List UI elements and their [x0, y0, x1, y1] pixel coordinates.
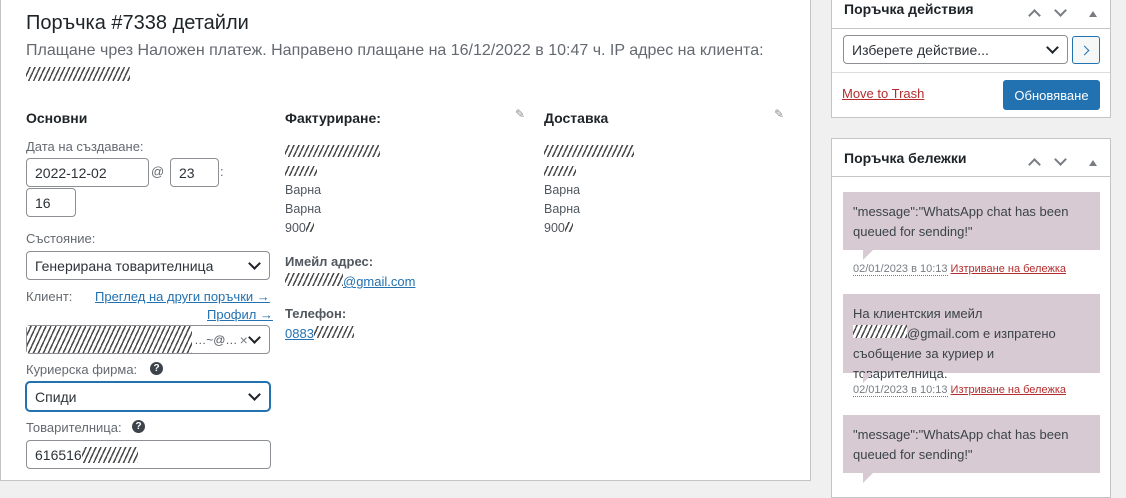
billing-phone-value: 0883 — [285, 326, 314, 341]
order-hour-value: 23 — [179, 164, 195, 181]
billing-zip: 900 — [285, 221, 314, 235]
general-heading: Основни — [26, 110, 88, 126]
chevron-down-icon — [248, 330, 261, 344]
order-action-select[interactable]: Изберете действие... — [843, 35, 1068, 64]
redacted-shipping-name — [544, 145, 634, 157]
help-icon[interactable]: ? — [150, 362, 163, 375]
move-down-icon[interactable] — [1054, 2, 1067, 18]
waybill-input[interactable]: 616516 — [26, 440, 271, 469]
order-note: На клиентския имейл @gmail.com е изпрате… — [843, 294, 1100, 383]
order-minute-value: 16 — [35, 194, 51, 211]
note-text: На клиентския имейл — [853, 306, 983, 321]
other-orders-link[interactable]: Преглед на други поръчки → — [95, 289, 270, 304]
order-minute-input[interactable]: 16 — [26, 188, 76, 217]
order-actions-title: Поръчка действия — [844, 1, 974, 17]
email-label: Имейл адрес: — [285, 254, 374, 269]
shipping-city-2: Варна — [544, 202, 581, 216]
apply-action-button[interactable] — [1072, 36, 1100, 64]
toggle-panel-icon[interactable] — [1089, 153, 1097, 169]
chevron-down-icon — [1046, 40, 1059, 54]
redacted-billing-name — [285, 145, 380, 157]
shipping-zip: 900 — [544, 221, 573, 235]
waybill-label: Товарителница: — [26, 420, 122, 435]
shipping-heading: Доставка — [544, 110, 609, 126]
order-title: Поръчка #7338 детайли — [26, 12, 249, 34]
edit-pencil-icon[interactable]: ✎ — [515, 107, 525, 121]
billing-zip-value: 900 — [285, 221, 306, 235]
time-colon: : — [220, 164, 224, 179]
redacted-billing-street — [285, 166, 317, 176]
chevron-down-icon — [248, 256, 261, 270]
status-value: Генерирана товарителница — [35, 257, 214, 274]
chevron-down-icon — [248, 387, 261, 401]
edit-pencil-icon[interactable]: ✎ — [774, 107, 784, 121]
update-button[interactable]: Обновяване — [1003, 80, 1100, 110]
billing-city-1: Варна — [285, 183, 322, 197]
courier-value: Спиди — [35, 388, 77, 405]
move-down-icon[interactable] — [1054, 151, 1067, 167]
note-date: 02/01/2023 в 10:13 — [853, 263, 948, 276]
move-up-icon[interactable] — [1028, 156, 1041, 172]
note-text: @gmail.com е изпратено — [907, 326, 1056, 341]
billing-email-value: @gmail.com — [343, 274, 416, 289]
note-text: "message":"WhatsApp chat has been queued… — [853, 427, 1069, 462]
status-label: Състояние: — [26, 231, 96, 246]
profile-link[interactable]: Профил → — [207, 307, 273, 322]
toggle-panel-icon[interactable] — [1089, 4, 1097, 20]
order-action-value: Изберете действие... — [852, 41, 989, 58]
billing-heading: Фактуриране: — [285, 110, 381, 126]
customer-label: Клиент: — [26, 289, 73, 304]
order-notes-panel: Поръчка бележки "message":"WhatsApp chat… — [831, 138, 1111, 498]
customer-value: …~@… — [194, 332, 238, 347]
phone-label: Телефон: — [285, 306, 347, 321]
order-actions-panel: Поръчка действия Изберете действие... Mo… — [831, 0, 1111, 118]
redacted-shipping-street — [544, 166, 576, 176]
billing-city-2: Варна — [285, 202, 322, 216]
redacted-email — [285, 273, 343, 286]
shipping-zip-value: 900 — [544, 221, 565, 235]
redacted-email — [853, 325, 907, 338]
billing-email-link[interactable]: @gmail.com — [285, 273, 415, 289]
order-actions-header: Поръчка действия — [832, 0, 1110, 29]
note-date: 02/01/2023 в 10:13 — [853, 384, 948, 397]
customer-select[interactable]: …~@… × — [26, 325, 270, 354]
redacted-ip — [26, 67, 130, 81]
created-date-label: Дата на създаване: — [26, 139, 144, 154]
chevron-right-icon — [1079, 45, 1090, 55]
order-data-panel: Поръчка #7338 детайли Плащане чрез Налож… — [0, 0, 811, 481]
delete-note-link[interactable]: Изтриване на бележка — [951, 263, 1066, 275]
redacted-customer — [27, 326, 192, 353]
help-icon[interactable]: ? — [132, 420, 145, 433]
redacted-zip — [564, 222, 573, 232]
delete-note-link[interactable]: Изтриване на бележка — [951, 384, 1066, 396]
waybill-value: 616516 — [35, 446, 82, 463]
note-text: съобщение за куриер и товарителница. — [853, 346, 995, 381]
order-date-value: 2022-12-02 — [35, 164, 107, 181]
clear-icon[interactable]: × — [240, 332, 248, 348]
redacted-waybill — [81, 446, 138, 463]
payment-info: Плащане чрез Наложен платеж. Направено п… — [26, 42, 764, 59]
divider — [832, 72, 1110, 73]
order-date-input[interactable]: 2022-12-02 — [26, 158, 149, 187]
note-text: "message":"WhatsApp chat has been queued… — [853, 204, 1069, 239]
order-note: "message":"WhatsApp chat has been queued… — [843, 415, 1100, 483]
move-to-trash-link[interactable]: Move to Trash — [842, 86, 924, 101]
status-select[interactable]: Генерирана товарителница — [26, 251, 270, 280]
courier-select[interactable]: Спиди — [26, 382, 270, 411]
billing-phone-link[interactable]: 0883 — [285, 326, 354, 341]
move-up-icon[interactable] — [1028, 7, 1041, 23]
redacted-phone — [313, 326, 354, 338]
note-meta: 02/01/2023 в 10:13 Изтриване на бележка — [853, 384, 1066, 397]
redacted-zip — [305, 222, 314, 232]
order-subtitle: Плащане чрез Наложен платеж. Направено п… — [26, 41, 796, 87]
order-notes-header: Поръчка бележки — [832, 139, 1110, 177]
note-meta: 02/01/2023 в 10:13 Изтриване на бележка — [853, 263, 1066, 276]
shipping-city-1: Варна — [544, 183, 581, 197]
order-hour-input[interactable]: 23 — [170, 158, 219, 187]
at-sign: @ — [151, 164, 165, 179]
order-note: "message":"WhatsApp chat has been queued… — [843, 192, 1100, 260]
order-notes-title: Поръчка бележки — [844, 150, 967, 166]
courier-label: Куриерска фирма: — [26, 362, 138, 377]
